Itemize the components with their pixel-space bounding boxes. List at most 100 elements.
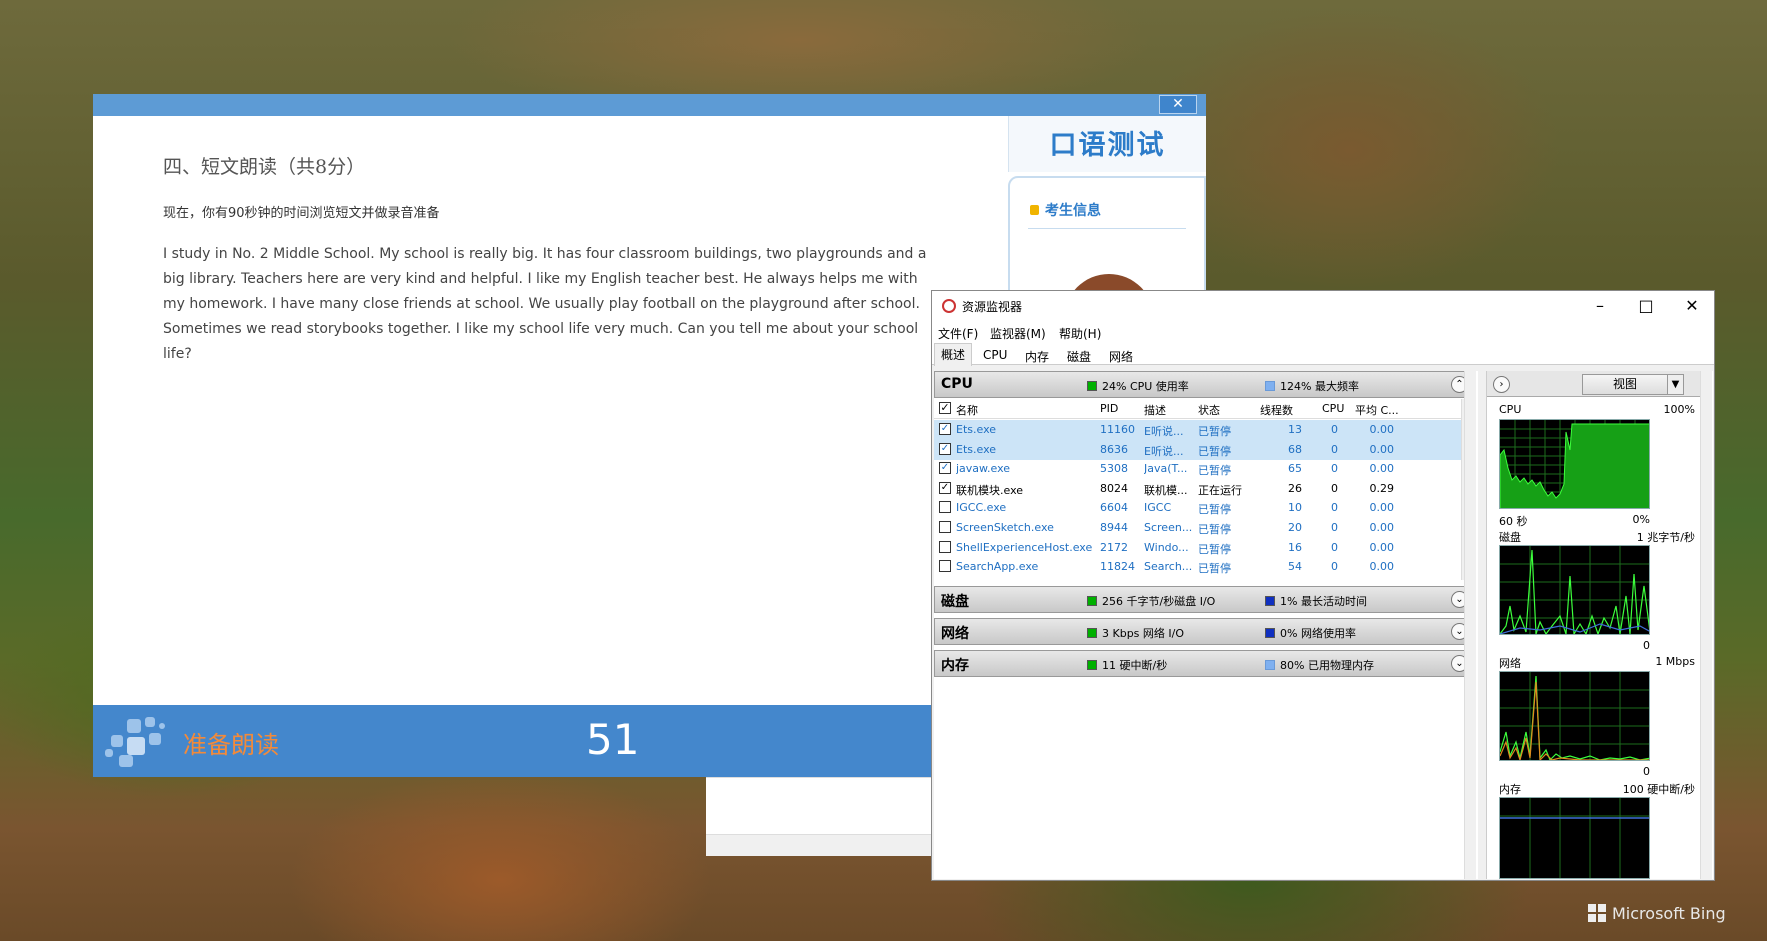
select-all-checkbox[interactable]: ✓ xyxy=(939,402,951,414)
cell-desc: IGCC xyxy=(1144,501,1172,515)
cell-cpu: 0 xyxy=(1331,442,1338,456)
status-label: 准备朗读 xyxy=(183,731,279,759)
col-desc[interactable]: 描述 xyxy=(1144,402,1166,418)
menu-help[interactable]: 帮助(H) xyxy=(1059,325,1101,342)
microsoft-logo-icon xyxy=(1588,904,1606,922)
memory-graph xyxy=(1499,797,1650,879)
tab-network[interactable]: 网络 xyxy=(1102,345,1140,365)
table-row[interactable]: ✓ Ets.exe 11160 E听说... 已暂停 13 0 0.00 xyxy=(934,420,1462,440)
cell-status: 已暂停 xyxy=(1198,503,1231,517)
expand-right-icon[interactable]: › xyxy=(1493,376,1510,393)
countdown-timer: 51 xyxy=(586,715,640,764)
network-graph xyxy=(1499,671,1650,761)
network-section-header[interactable]: 网络 3 Kbps 网络 I/O 0% 网络使用率 ⌄ xyxy=(934,618,1475,645)
cell-name: SearchApp.exe xyxy=(956,560,1039,574)
view-button[interactable]: 视图 xyxy=(1582,374,1668,395)
instruction-text: 现在，你有90秒钟的时间浏览短文并做录音准备 xyxy=(163,206,440,221)
cell-threads: 65 xyxy=(1288,462,1302,476)
cell-name: 联机模块.exe xyxy=(956,483,1024,497)
cell-threads: 26 xyxy=(1288,481,1302,495)
row-checkbox[interactable]: ✓ xyxy=(939,462,951,475)
cell-cpu: 0 xyxy=(1331,462,1338,476)
cell-desc: E听说... xyxy=(1144,444,1184,458)
col-cpu[interactable]: CPU xyxy=(1322,402,1344,415)
table-row[interactable]: ✓ 联机模块.exe 8024 联机模... 正在运行 26 0 0.29 xyxy=(934,479,1462,499)
overview-scrollbar[interactable] xyxy=(1464,371,1476,879)
info-icon xyxy=(1030,205,1039,215)
col-threads[interactable]: 线程数 xyxy=(1260,402,1293,418)
row-checkbox[interactable] xyxy=(939,521,951,533)
col-pid[interactable]: PID xyxy=(1100,402,1118,415)
cell-pid: 11160 xyxy=(1100,423,1135,436)
cell-avg: 0.00 xyxy=(1369,501,1395,515)
memory-section-title: 内存 xyxy=(941,658,969,674)
process-table-header: ✓ 名称 PID 描述 状态 线程数 CPU 平均 C... xyxy=(934,399,1462,419)
row-checkbox[interactable] xyxy=(939,540,951,553)
menu-bar: 文件(F) 监视器(M) 帮助(H) xyxy=(932,321,1714,343)
table-row[interactable]: IGCC.exe 6604 IGCC 已暂停 10 0 0.00 xyxy=(934,498,1462,518)
bing-watermark: Microsoft Bing xyxy=(1588,904,1726,923)
cell-cpu: 0 xyxy=(1331,560,1338,574)
resmon-app-icon xyxy=(942,299,956,313)
col-avg-cpu[interactable]: 平均 C... xyxy=(1355,402,1399,418)
cell-desc: Java(T... xyxy=(1144,462,1188,476)
cpu-usage-metric: 24% CPU 使用率 xyxy=(1087,378,1189,394)
cell-threads: 54 xyxy=(1288,560,1302,574)
menu-file[interactable]: 文件(F) xyxy=(938,325,978,342)
view-dropdown-icon[interactable]: ▼ xyxy=(1667,374,1684,395)
app-logo-icon xyxy=(105,715,175,767)
disk-io-metric: 256 千字节/秒磁盘 I/O xyxy=(1087,593,1215,609)
col-name[interactable]: 名称 xyxy=(956,402,978,418)
cell-avg: 0.00 xyxy=(1369,423,1395,436)
table-row[interactable]: ✓ javaw.exe 5308 Java(T... 已暂停 65 0 0.00 xyxy=(934,459,1462,479)
table-row[interactable]: ✓ Ets.exe 8636 E听说... 已暂停 68 0 0.00 xyxy=(934,439,1462,460)
table-row[interactable]: ShellExperienceHost.exe 2172 Windo... 已暂停 16… xyxy=(934,538,1462,558)
background-window xyxy=(706,777,937,856)
cell-avg: 0.00 xyxy=(1369,521,1395,534)
cell-cpu: 0 xyxy=(1331,423,1338,436)
resmon-titlebar: 资源监视器 – □ ✕ xyxy=(932,291,1714,321)
row-checkbox[interactable]: ✓ xyxy=(939,442,951,455)
cell-threads: 10 xyxy=(1288,501,1302,515)
row-checkbox[interactable]: ✓ xyxy=(939,481,951,494)
cpu-section-header[interactable]: CPU 24% CPU 使用率 124% 最大频率 ⌃ xyxy=(934,371,1475,398)
menu-monitor[interactable]: 监视器(M) xyxy=(990,325,1046,342)
cell-avg: 0.00 xyxy=(1369,560,1395,574)
maximize-button[interactable]: □ xyxy=(1623,291,1669,321)
row-checkbox[interactable] xyxy=(939,501,951,514)
close-button[interactable]: ✕ xyxy=(1159,95,1197,114)
table-row[interactable]: ScreenSketch.exe 8944 Screen... 已暂停 20 0 0.00 xyxy=(934,518,1462,538)
cell-pid: 8944 xyxy=(1100,521,1128,534)
cpu-graph xyxy=(1499,419,1650,509)
table-row[interactable]: SearchApp.exe 11824 Search... 已暂停 54 0 0.00 xyxy=(934,557,1462,577)
overview-pane: CPU 24% CPU 使用率 124% 最大频率 ⌃ ✓ 名称 PID 描述 … xyxy=(934,371,1478,879)
cell-pid: 6604 xyxy=(1100,501,1128,515)
row-checkbox[interactable] xyxy=(939,560,951,573)
cell-desc: E听说... xyxy=(1144,425,1184,438)
cell-avg: 0.00 xyxy=(1369,442,1395,456)
cell-desc: Search... xyxy=(1144,560,1193,574)
process-table: ✓ Ets.exe 11160 E听说... 已暂停 13 0 0.00 ✓ Ets.exe 863… xyxy=(934,420,1462,580)
tab-disk[interactable]: 磁盘 xyxy=(1060,345,1098,365)
close-window-button[interactable]: ✕ xyxy=(1669,291,1715,321)
cell-threads: 68 xyxy=(1288,442,1302,456)
tab-overview[interactable]: 概述 xyxy=(934,343,973,366)
cell-threads: 13 xyxy=(1288,423,1302,436)
tab-memory[interactable]: 内存 xyxy=(1018,345,1056,365)
cell-status: 已暂停 xyxy=(1198,523,1231,536)
cell-name: IGCC.exe xyxy=(956,501,1007,515)
disk-section-header[interactable]: 磁盘 256 千字节/秒磁盘 I/O 1% 最长活动时间 ⌄ xyxy=(934,586,1475,613)
cell-name: javaw.exe xyxy=(956,462,1011,476)
network-section-title: 网络 xyxy=(941,626,969,642)
graph-pane: › 视图 ▼ CPU 100% 60 秒 0% 磁盘 1 兆字节/秒 0 网络 … xyxy=(1486,371,1713,879)
graph-scrollbar[interactable] xyxy=(1700,371,1712,879)
minimize-button[interactable]: – xyxy=(1577,291,1623,321)
cell-desc: 联机模... xyxy=(1144,483,1188,497)
tab-bar: 概述 CPU 内存 磁盘 网络 xyxy=(932,343,1714,366)
cell-avg: 0.00 xyxy=(1369,540,1395,554)
cell-desc: Windo... xyxy=(1144,540,1189,554)
row-checkbox[interactable]: ✓ xyxy=(939,423,951,435)
tab-cpu[interactable]: CPU xyxy=(976,345,1014,365)
col-status[interactable]: 状态 xyxy=(1198,402,1220,418)
memory-section-header[interactable]: 内存 11 硬中断/秒 80% 已用物理内存 ⌄ xyxy=(934,650,1475,677)
